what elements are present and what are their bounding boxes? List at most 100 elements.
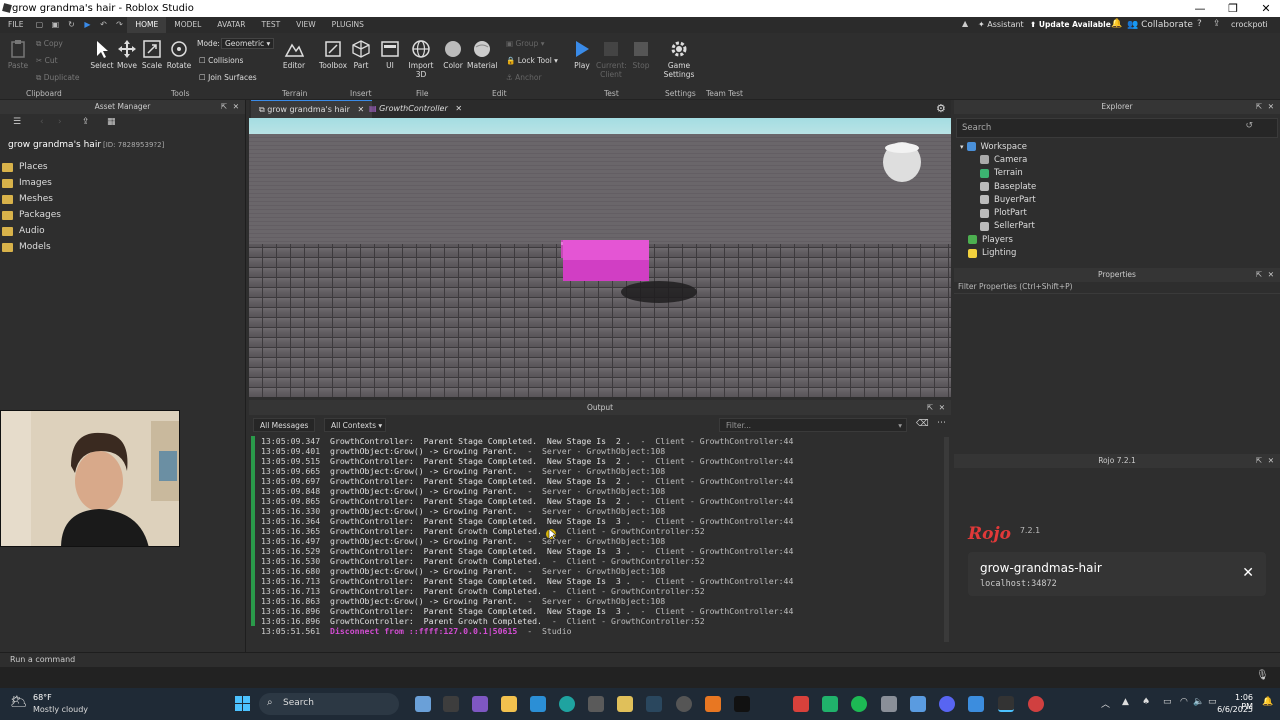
vlc-icon[interactable] (705, 696, 721, 712)
asset-folder[interactable]: Images (0, 175, 245, 191)
log-line[interactable]: 13:05:09.515 GrowthController: Parent St… (249, 456, 951, 466)
volume-icon[interactable]: 🔈 (1193, 697, 1204, 707)
lock-tool-button[interactable]: 🔒 Lock Tool ▾ (506, 56, 558, 65)
log-line[interactable]: 13:05:16.529 GrowthController: Parent St… (249, 546, 951, 556)
output-filter-input[interactable]: Filter... ▾ (719, 418, 907, 432)
play-quick-icon[interactable]: ▶ (82, 20, 92, 30)
tab-home[interactable]: HOME (127, 17, 167, 33)
history-icon[interactable]: ↺ (1245, 121, 1253, 131)
tab-growthcontroller[interactable]: ▤ GrowthController ✕ (361, 100, 470, 118)
paste-button[interactable]: Paste (4, 39, 32, 70)
asset-folder[interactable]: Packages (0, 207, 245, 223)
settings-app-icon[interactable] (910, 696, 926, 712)
update-available-button[interactable]: ⬆ Update Available (1030, 20, 1111, 29)
explorer-item[interactable]: Lighting (960, 246, 1280, 259)
log-line[interactable]: 13:05:09.347 GrowthController: Parent St… (249, 436, 951, 446)
asset-folder[interactable]: Places (0, 159, 245, 175)
select-tool-button[interactable]: Select (90, 39, 114, 70)
scale-tool-button[interactable]: Scale (140, 39, 164, 70)
close-panel-icon[interactable]: ✕ (233, 100, 239, 114)
app2-icon[interactable] (588, 696, 604, 712)
notification-center-icon[interactable]: 🔔 (1262, 697, 1273, 707)
message-filter-select[interactable]: All Messages ▾ (253, 418, 315, 444)
join-surfaces-checkbox[interactable]: ☐ Join Surfaces (199, 73, 257, 82)
game-settings-button[interactable]: Game Settings (663, 39, 695, 79)
stop-button[interactable]: Stop (629, 39, 653, 70)
copilot-icon[interactable] (472, 696, 488, 712)
notes-icon[interactable] (617, 696, 633, 712)
rojo-disconnect-button[interactable]: ✕ (1242, 565, 1254, 581)
log-line[interactable]: 13:05:16.713 GrowthController: Parent Gr… (249, 586, 951, 596)
log-line[interactable]: 13:05:51.561 Disconnect from ::ffff:127.… (249, 626, 951, 636)
group-button[interactable]: ▣ Group ▾ (506, 39, 544, 48)
viewport-settings-icon[interactable]: ⚙ (936, 102, 946, 115)
obs-icon[interactable] (1028, 696, 1044, 712)
log-scrollbar[interactable] (944, 437, 949, 642)
task-view-icon[interactable] (415, 696, 431, 712)
close-tab-icon[interactable]: ✕ (455, 104, 462, 113)
expand-chevron-icon[interactable]: ▾ (960, 143, 964, 151)
tab-place[interactable]: ⧉ grow grandma's hair ✕ (251, 100, 373, 118)
duplicate-button[interactable]: ⧉ Duplicate (36, 73, 79, 83)
log-line[interactable]: 13:05:09.848 growthObject:Grow() -> Grow… (249, 486, 951, 496)
log-line[interactable]: 13:05:16.497 growthObject:Grow() -> Grow… (249, 536, 951, 546)
collisions-checkbox[interactable]: ☐ Collisions (199, 56, 243, 65)
output-more-icon[interactable]: ⋯ (937, 418, 946, 428)
taskbar-date[interactable]: 6/6/2025 (1213, 705, 1253, 714)
explorer-item[interactable]: ▾ Workspace (960, 140, 1280, 153)
cut-button[interactable]: ✂ Cut (36, 56, 58, 65)
tray-chevron-icon[interactable]: ︿ (1101, 697, 1110, 710)
view-cube[interactable] (882, 142, 922, 182)
app4-icon[interactable] (793, 696, 809, 712)
collaborate-button[interactable]: 👥 Collaborate (1127, 20, 1193, 30)
pin-icon[interactable]: ⇱ (927, 400, 933, 415)
app3-icon[interactable] (676, 696, 692, 712)
asset-folder[interactable]: Models (0, 239, 245, 255)
pin-icon[interactable]: ⇱ (221, 100, 227, 114)
share-icon[interactable]: ⇪ (1213, 19, 1221, 29)
tab-model[interactable]: MODEL (166, 17, 209, 33)
weather-icon[interactable]: 🌥 (10, 694, 28, 710)
mode-select[interactable]: Geometric ▾ (221, 38, 275, 49)
import-3d-button[interactable]: Import 3D (406, 39, 436, 79)
pin-icon[interactable]: ⇱ (1256, 454, 1262, 468)
log-line[interactable]: 13:05:16.330 growthObject:Grow() -> Grow… (249, 506, 951, 516)
3d-viewport[interactable] (249, 118, 951, 397)
taskbar-search[interactable]: ⌕ Search (259, 693, 399, 715)
tray-app2-icon[interactable]: ♠ (1142, 697, 1150, 707)
properties-filter-input[interactable]: Filter Properties (Ctrl+Shift+P) (954, 282, 1280, 294)
grid-view-icon[interactable]: ▦ (107, 117, 116, 127)
explorer-item[interactable]: BuyerPart (960, 193, 1280, 206)
anchor-button[interactable]: ⚓ Anchor (506, 73, 542, 82)
log-line[interactable]: 13:05:16.364 GrowthController: Parent St… (249, 516, 951, 526)
upload-icon[interactable]: ⇪ (82, 117, 90, 127)
command-bar[interactable]: Run a command (0, 652, 1280, 667)
tab-avatar[interactable]: AVATAR (209, 17, 253, 33)
close-explorer-icon[interactable]: ✕ (1268, 100, 1274, 114)
microphone-icon[interactable]: 🎙 (1256, 670, 1269, 681)
terrain-editor-button[interactable]: Editor (280, 39, 308, 70)
log-line[interactable]: 13:05:16.896 GrowthController: Parent Gr… (249, 616, 951, 626)
tab-plugins[interactable]: PLUGINS (324, 17, 372, 33)
windows-start-icon[interactable] (235, 696, 250, 711)
current-client-button[interactable]: Current: Client (596, 39, 627, 79)
close-output-icon[interactable]: ✕ (939, 400, 945, 415)
tab-view[interactable]: VIEW (288, 17, 324, 33)
pin-icon[interactable]: ⇱ (1256, 100, 1262, 114)
part-button[interactable]: Part (350, 39, 372, 70)
user-menu[interactable]: crockpoti (1231, 20, 1268, 29)
discord-icon[interactable] (939, 696, 955, 712)
close-window-button[interactable]: ✕ (1246, 0, 1280, 17)
explorer-item[interactable]: Terrain (960, 167, 1280, 180)
explorer-search-input[interactable]: Search ↺ ⋯ (956, 118, 1278, 138)
clear-output-icon[interactable]: ⌫ (916, 419, 929, 429)
collapse-ribbon-icon[interactable]: ▲ (962, 19, 968, 28)
log-line[interactable]: 13:05:16.863 growthObject:Grow() -> Grow… (249, 596, 951, 606)
close-rojo-icon[interactable]: ✕ (1268, 454, 1274, 468)
notifications-icon[interactable]: 🔔 (1111, 19, 1122, 29)
help-icon[interactable]: ? (1197, 19, 1202, 29)
rotate-tool-button[interactable]: Rotate (166, 39, 192, 70)
redo-icon[interactable]: ↷ (114, 20, 124, 30)
tray-app3-icon[interactable]: ▭ (1163, 697, 1172, 707)
explorer-item[interactable]: PlotPart (960, 206, 1280, 219)
